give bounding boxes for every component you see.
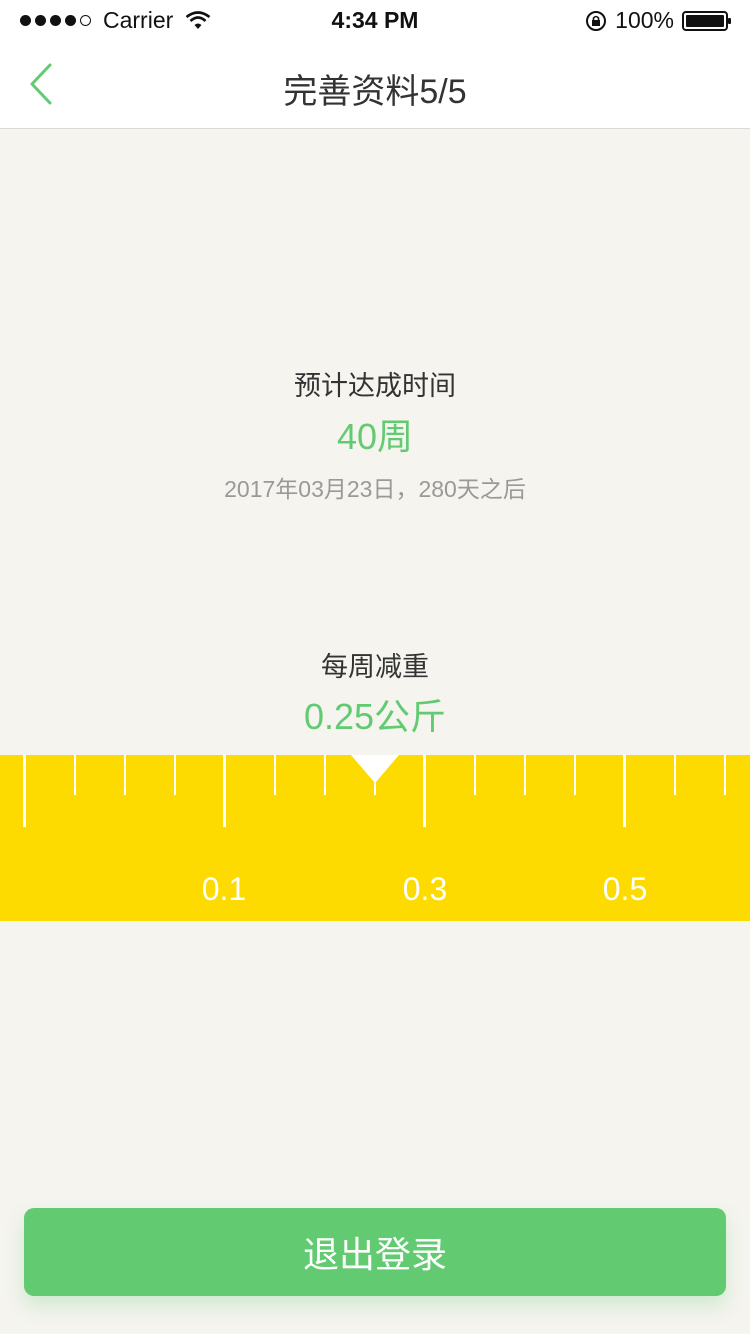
status-bar: Carrier 4:34 PM 100%	[0, 0, 750, 40]
ruler-tick	[623, 755, 626, 827]
status-right: 100%	[585, 7, 732, 34]
battery-icon	[682, 10, 731, 31]
orientation-lock-icon	[586, 10, 607, 31]
ruler-tick	[174, 755, 176, 795]
estimate-detail-row: 2017年03月23日，280天之后	[0, 470, 750, 504]
estimate-section: 预计达成时间	[0, 364, 750, 403]
page-title: 完善资料5/5	[283, 73, 467, 111]
logout-button[interactable]: 退出登录	[24, 1208, 726, 1296]
ruler-tick	[74, 755, 76, 795]
ruler-tick	[124, 755, 126, 795]
ruler-tick	[23, 755, 26, 827]
weekly-loss-label: 每周减重	[321, 652, 429, 682]
battery-percentage: 100%	[615, 7, 674, 33]
ruler-tick	[274, 755, 276, 795]
weight-ruler-slider[interactable]: 0.1 0.3 0.5	[0, 755, 750, 921]
estimate-value: 40周	[336, 416, 414, 457]
ruler-tick	[324, 755, 326, 795]
ruler-tick	[574, 755, 576, 795]
navigation-bar: 完善资料5/5	[0, 40, 750, 129]
ruler-tick	[474, 755, 476, 795]
ruler-tick	[423, 755, 426, 827]
ruler-tick	[724, 755, 726, 795]
ruler-label: 0.1	[201, 871, 247, 907]
ruler-tick	[524, 755, 526, 795]
weekly-loss-section: 每周减重	[0, 645, 750, 684]
ruler-tick	[674, 755, 676, 795]
ruler-label: 0.3	[402, 871, 448, 907]
estimate-label: 预计达成时间	[294, 371, 456, 401]
estimate-value-row: 40周	[0, 408, 750, 460]
ruler-label: 0.5	[602, 871, 648, 907]
weekly-loss-value-row: 0.25公斤	[0, 688, 750, 740]
estimate-detail: 2017年03月23日，280天之后	[224, 476, 526, 502]
weekly-loss-value: 0.25公斤	[303, 696, 447, 737]
ruler-pointer-icon	[351, 755, 399, 783]
ruler-tick	[223, 755, 226, 827]
